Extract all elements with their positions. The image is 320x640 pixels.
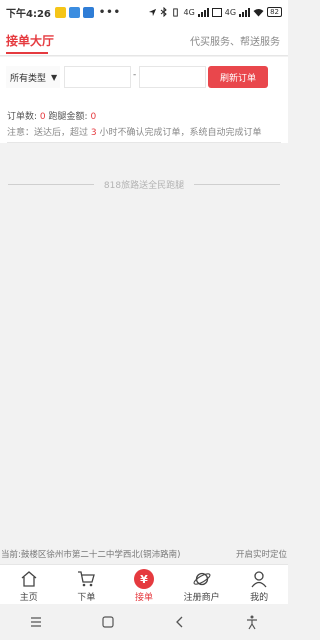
system-nav-bar xyxy=(0,604,288,640)
menu-icon[interactable] xyxy=(28,614,44,630)
network-type-2: 4G xyxy=(224,7,237,17)
tab-label: 接单 xyxy=(134,593,153,603)
hd-icon xyxy=(211,7,222,17)
slogan-row: 818旅路送全民跑腿 xyxy=(8,176,280,192)
notice-suffix: 小时不确认完成订单，系统自动完成订单 xyxy=(99,128,262,138)
tab-label: 主页 xyxy=(19,593,38,603)
tab-label: 我的 xyxy=(250,593,269,603)
status-bar: 下午4:26 ••• 4G 4G 82 xyxy=(0,0,288,24)
auto-complete-notice: 注意：送达后，超过 3 小时不确认完成订单，系统自动完成订单 xyxy=(7,125,262,138)
tab-label: 下单 xyxy=(77,593,96,603)
amount-label: 跑腿金额: xyxy=(48,112,88,122)
notice-hours: 3 xyxy=(90,128,97,138)
back-icon[interactable] xyxy=(172,614,188,630)
order-count-value: 0 xyxy=(39,112,46,122)
dropdown-arrow-icon: ▼ xyxy=(51,72,58,82)
home-icon xyxy=(21,571,37,587)
battery-icon: 82 xyxy=(267,7,282,17)
app-notification-icon xyxy=(82,6,94,18)
user-icon xyxy=(251,571,267,588)
home-square-icon[interactable] xyxy=(100,614,116,630)
tab-accept-orders[interactable]: ¥ 接单 xyxy=(115,565,173,604)
title-underline xyxy=(6,52,48,54)
accessibility-icon[interactable] xyxy=(244,614,260,630)
status-time: 下午4:26 xyxy=(6,8,51,20)
network-type: 4G xyxy=(183,7,195,17)
app-notification-icon xyxy=(54,6,66,18)
date-to-input[interactable] xyxy=(139,66,206,88)
tab-order[interactable]: 下单 xyxy=(58,565,116,604)
refresh-orders-button[interactable]: 刷新订单 xyxy=(208,66,268,88)
app-notification-icon xyxy=(68,6,80,18)
location-bar: 当前:鼓楼区徐州市第二十二中学西北(铜沛路南) 开启实时定位 xyxy=(0,544,288,564)
order-filter-panel: 所有类型 ▼ - 刷新订单 订单数: 0 跑腿金额: 0 注意：送达后，超过 3… xyxy=(0,57,288,143)
page-title: 接单大厅 xyxy=(6,34,55,48)
divider xyxy=(7,142,281,143)
signal-icon-2 xyxy=(239,7,251,17)
page-header: 接单大厅 代买服务、帮送服务 xyxy=(0,24,288,56)
yen-icon: ¥ xyxy=(133,569,154,589)
amount-value: 0 xyxy=(90,112,97,122)
current-location: 当前:鼓楼区徐州市第二十二中学西北(铜沛路南) xyxy=(1,550,181,560)
planet-icon xyxy=(193,572,211,586)
service-links[interactable]: 代买服务、帮送服务 xyxy=(190,33,280,48)
date-separator: - xyxy=(133,70,137,80)
order-count-label: 订单数: xyxy=(7,112,38,122)
more-notifications-icon: ••• xyxy=(98,6,122,18)
bluetooth-icon xyxy=(161,7,168,17)
location-arrow-icon xyxy=(149,8,157,16)
bottom-tab-bar: 主页 下单 ¥ 接单 注册商户 我的 xyxy=(0,564,288,604)
signal-icon xyxy=(197,7,209,17)
date-from-input[interactable] xyxy=(64,66,131,88)
order-type-label: 所有类型 xyxy=(10,73,47,84)
vibrate-icon xyxy=(173,7,179,17)
slogan-text: 818旅路送全民跑腿 xyxy=(103,180,185,191)
tab-home[interactable]: 主页 xyxy=(0,565,58,604)
tab-mine[interactable]: 我的 xyxy=(230,565,288,604)
divider xyxy=(8,183,94,185)
enable-realtime-location-button[interactable]: 开启实时定位 xyxy=(236,548,287,560)
tab-register-merchant[interactable]: 注册商户 xyxy=(173,565,231,604)
tab-label: 注册商户 xyxy=(183,593,220,603)
wifi-icon xyxy=(253,8,264,16)
notice-prefix: 注意：送达后，超过 xyxy=(7,128,89,138)
order-stats: 订单数: 0 跑腿金额: 0 xyxy=(7,109,96,122)
divider xyxy=(194,183,280,185)
cart-icon xyxy=(78,571,96,587)
order-type-select[interactable]: 所有类型 ▼ xyxy=(6,66,60,88)
